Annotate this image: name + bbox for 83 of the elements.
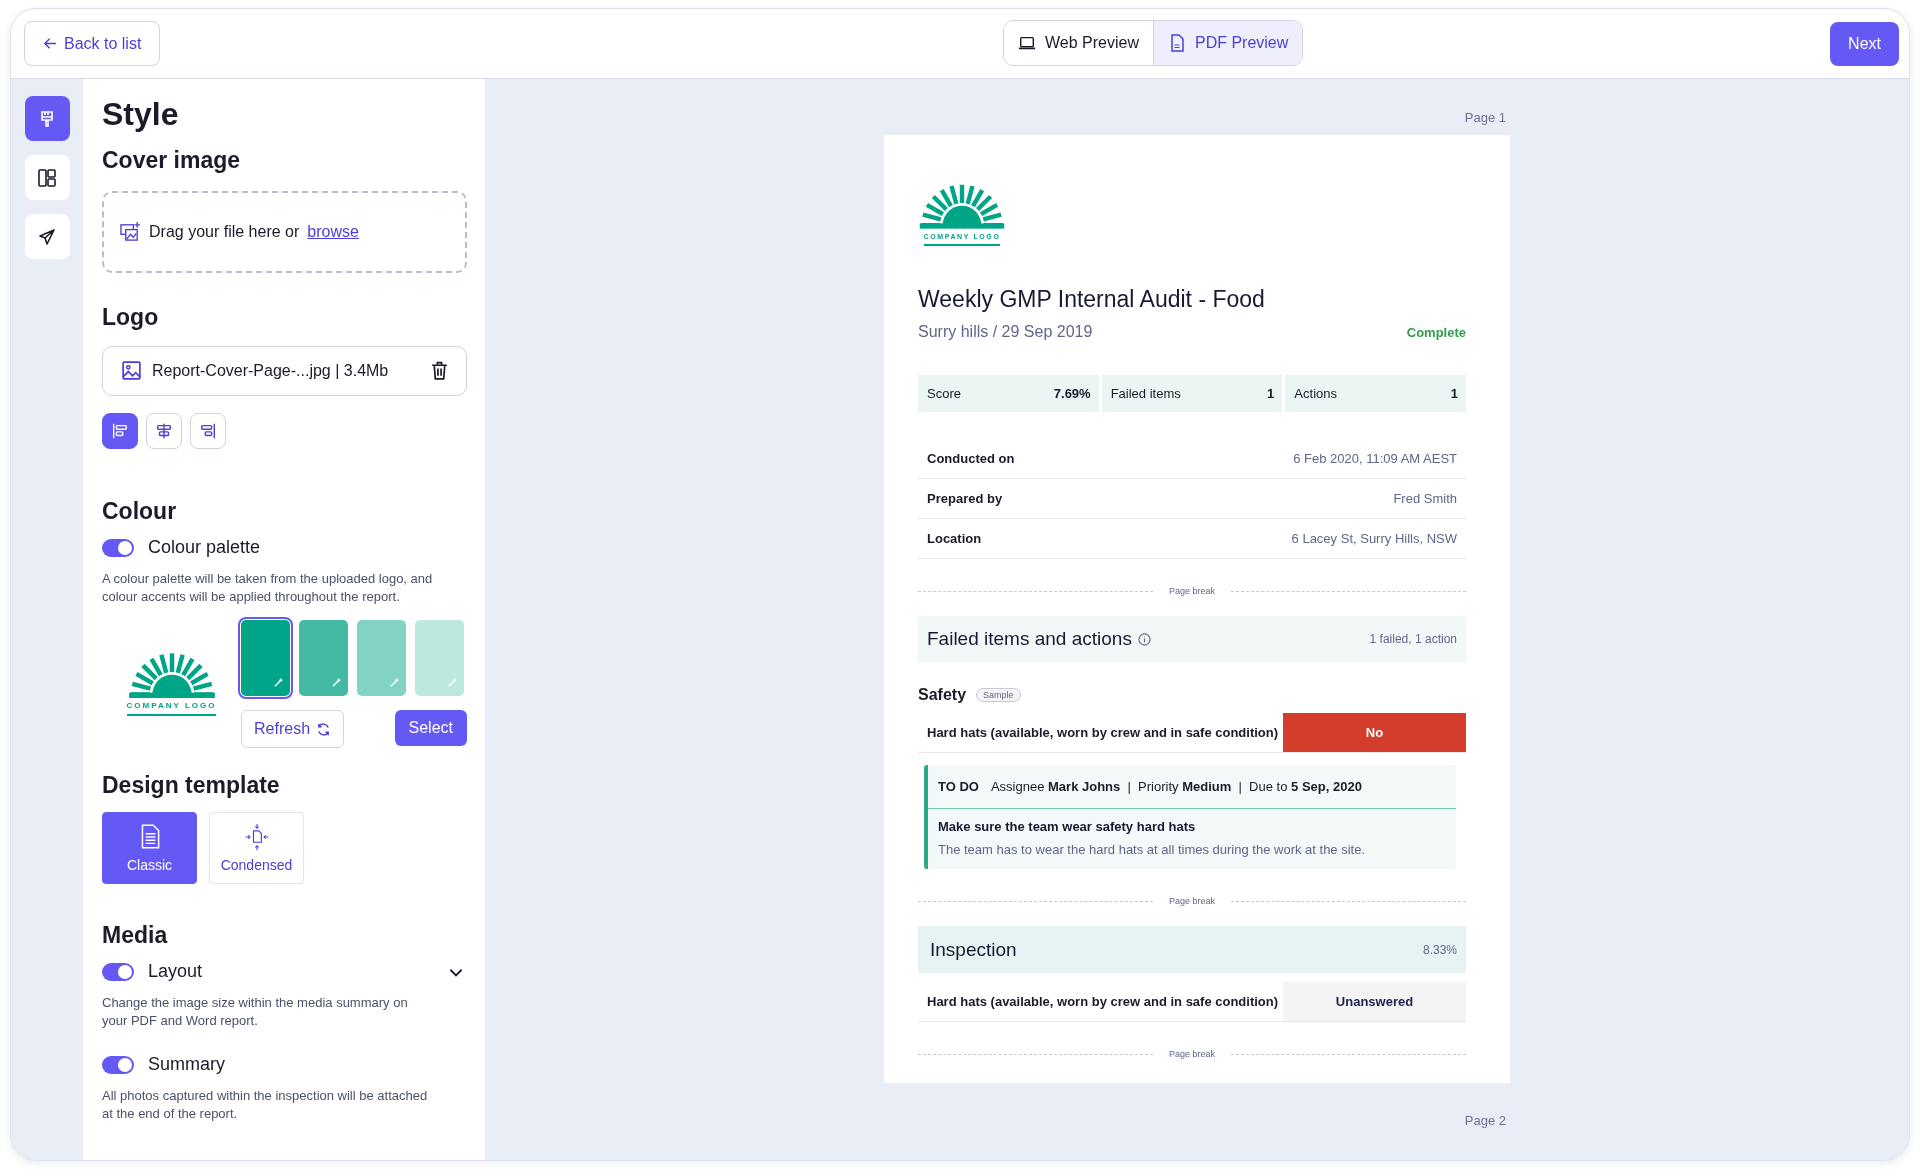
refresh-icon	[316, 721, 332, 737]
align-center-icon[interactable]	[146, 412, 182, 449]
section-title: Failed items and actions	[927, 628, 1132, 650]
preview-tab[interactable]: PDF Preview	[1152, 21, 1303, 65]
page-break-label: Page break	[1169, 586, 1216, 596]
logo-text: COMPANY LOGO	[126, 698, 217, 717]
toggle-label: Colour palette	[148, 537, 261, 559]
align-left-icon[interactable]	[102, 412, 138, 449]
template-option[interactable]: Condensed	[209, 811, 304, 884]
action-status: TO DO	[938, 779, 979, 794]
answer-cell: Unanswered	[1283, 982, 1466, 1021]
media-toggle[interactable]	[102, 962, 134, 981]
drop-prompt: Drag your file here or	[149, 223, 300, 241]
detail-value: 6 Lacey St, Surry Hills, NSW	[1291, 531, 1457, 546]
description-text: All photos captured within the inspection will be attached at the end of the report.	[102, 1087, 429, 1124]
report-subtitle: Surry hills / 29 Sep 2019	[918, 323, 1093, 341]
section-title: Inspection	[930, 938, 1017, 961]
action-description: The team has to wear the hard hats at all times during the work at the site.	[938, 842, 1367, 857]
laptop-icon	[1018, 34, 1036, 52]
stat-value: 7.69%	[1053, 386, 1091, 401]
image-upload-icon	[120, 221, 141, 243]
media-toggle[interactable]	[102, 1055, 134, 1074]
detail-value: Fred Smith	[1393, 491, 1457, 506]
eyedropper-icon	[447, 677, 458, 689]
layout-icon[interactable]	[24, 155, 70, 200]
description-text: Change the image size within the media summary on your PDF and Word report.	[102, 994, 409, 1031]
eyedropper-icon	[389, 677, 400, 689]
file-name: Report-Cover-Page-...jpg | 3.4Mb	[152, 361, 390, 380]
colour-swatch[interactable]	[299, 620, 348, 697]
colour-swatch[interactable]	[415, 620, 464, 697]
detail-label: Prepared by	[927, 491, 1003, 506]
align-right-icon[interactable]	[190, 412, 226, 449]
eyedropper-icon	[273, 677, 284, 689]
brush-icon[interactable]	[24, 96, 70, 141]
action-title: Make sure the team wear safety hard hats	[938, 819, 1197, 834]
page-break-label: Page break	[1169, 1049, 1216, 1059]
status-label: Complete	[1406, 325, 1466, 340]
stat-label: Score	[927, 386, 961, 401]
colour-palette-toggle[interactable]	[102, 538, 134, 557]
eyedropper-icon	[331, 677, 342, 689]
detail-label: Conducted on	[927, 451, 1015, 466]
action-meta: Assignee Mark Johns | Priority Medium | Due to 5 Sep, 2020	[990, 779, 1362, 794]
question-text: Hard hats (available, worn by crew and in safe condition)	[927, 994, 1279, 1009]
toggle-label: Layout	[148, 961, 203, 983]
toggle-label: Summary	[148, 1054, 225, 1076]
page-label: Page 1	[1463, 110, 1507, 125]
group-title: Safety	[918, 686, 967, 704]
section-heading: Cover image	[102, 147, 242, 175]
send-icon[interactable]	[24, 214, 70, 259]
detail-value: 6 Feb 2020, 11:09 AM AEST	[1293, 451, 1457, 466]
sample-badge: Sample	[976, 688, 1021, 702]
stat-label: Actions	[1294, 386, 1337, 401]
info-icon[interactable]	[1137, 632, 1151, 646]
page-break-label: Page break	[1169, 896, 1216, 906]
section-summary: 1 failed, 1 action	[1369, 632, 1457, 646]
section-heading: Colour	[102, 497, 178, 526]
next-button[interactable]: Next	[1830, 21, 1899, 66]
section-heading: Media	[102, 921, 169, 950]
panel-title: Style	[102, 95, 180, 134]
trash-icon[interactable]	[429, 360, 450, 382]
template-option[interactable]: Classic	[102, 811, 197, 884]
back-to-list-button[interactable]: Back to list	[24, 21, 161, 66]
stat-value: 1	[1267, 386, 1275, 401]
stat-value: 1	[1450, 386, 1458, 401]
image-icon	[121, 360, 142, 382]
logo-file-field[interactable]: Report-Cover-Page-...jpg | 3.4Mb	[102, 345, 467, 396]
page-label: Page 2	[1463, 1113, 1507, 1128]
report-title: Weekly GMP Internal Audit - Food	[918, 286, 1266, 313]
colour-swatch[interactable]	[241, 620, 290, 697]
arrow-left-icon	[43, 36, 58, 51]
browse-link[interactable]: browse	[307, 223, 359, 241]
select-button[interactable]: Select	[394, 710, 467, 747]
stat-label: Failed items	[1110, 386, 1181, 401]
section-heading: Logo	[102, 304, 160, 332]
question-text: Hard hats (available, worn by crew and in safe condition)	[927, 725, 1279, 740]
detail-label: Location	[927, 531, 982, 546]
section-summary: 8.33%	[1422, 942, 1457, 957]
section-heading: Design template	[102, 772, 281, 800]
answer-cell: No	[1283, 713, 1466, 752]
colour-swatch[interactable]	[357, 620, 406, 697]
file-drop-zone[interactable]: Drag your file here or browse	[102, 191, 467, 273]
refresh-button[interactable]: Refresh	[241, 710, 345, 749]
description-text: A colour palette will be taken from the uploaded logo, and colour accents will be applied throughout the report.	[102, 570, 433, 607]
